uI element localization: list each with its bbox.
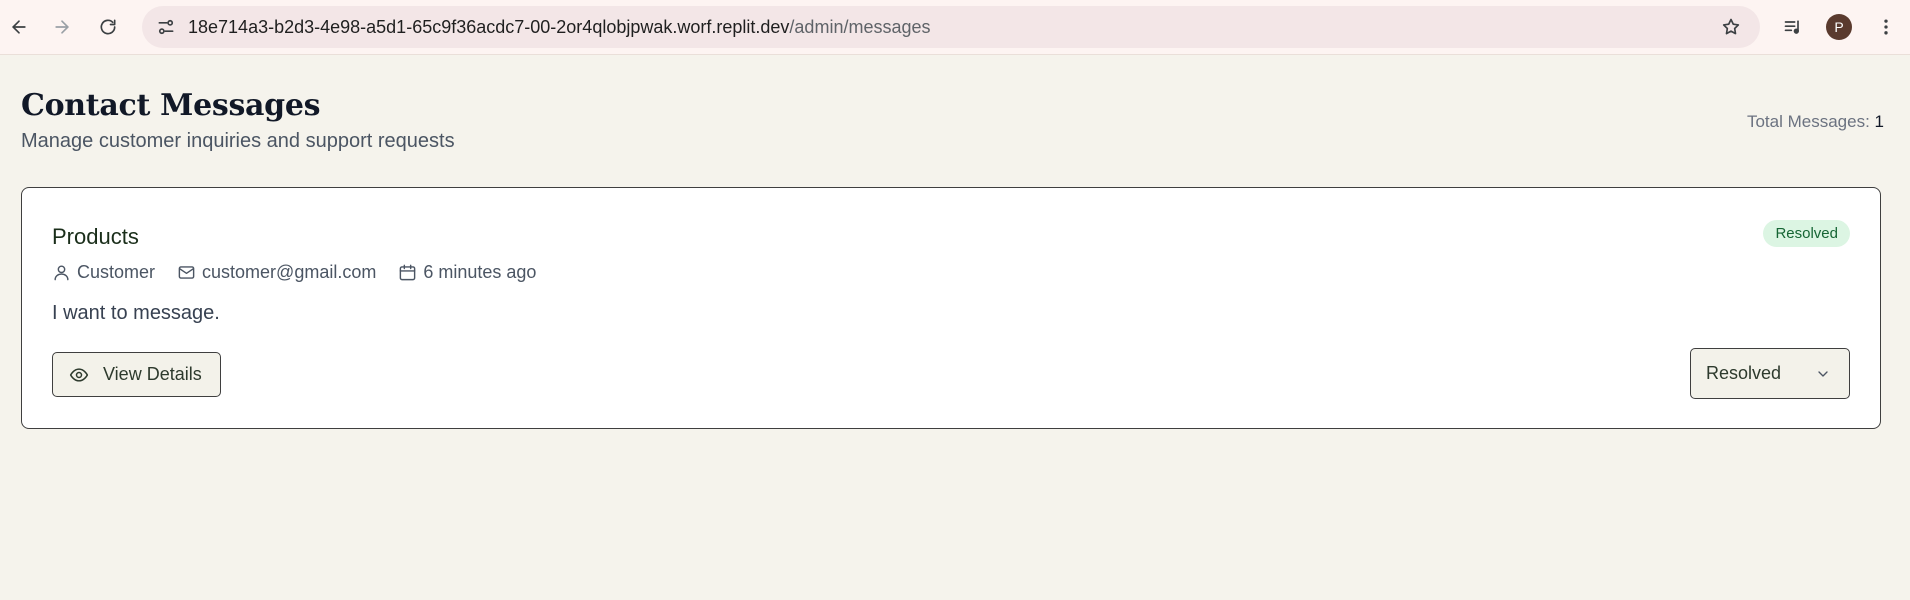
view-details-label: View Details bbox=[103, 364, 202, 384]
mail-icon bbox=[178, 265, 195, 279]
kebab-menu-icon bbox=[1884, 19, 1888, 35]
profile-avatar[interactable]: P bbox=[1826, 14, 1852, 40]
view-details-button[interactable]: View Details bbox=[52, 352, 221, 397]
browser-menu-button[interactable] bbox=[1870, 11, 1902, 43]
status-select-value: Resolved bbox=[1706, 363, 1782, 383]
message-time: 6 minutes ago bbox=[398, 262, 536, 283]
back-button[interactable] bbox=[3, 11, 35, 43]
site-info-button[interactable] bbox=[150, 11, 182, 43]
sender-name-text: Customer bbox=[77, 261, 156, 282]
media-queue-icon bbox=[1784, 20, 1800, 34]
total-messages: Total Messages: 1 bbox=[1747, 112, 1884, 132]
message-time-text: 6 minutes ago bbox=[423, 261, 537, 282]
sender-email-text: customer@gmail.com bbox=[202, 261, 377, 282]
calendar-icon bbox=[400, 264, 416, 280]
message-body: I want to message. bbox=[52, 302, 220, 324]
address-bar[interactable]: 18e714a3-b2d3-4e98-a5d1-65c9f36acdc7-00-… bbox=[142, 6, 1760, 48]
media-controls-button[interactable] bbox=[1777, 11, 1809, 43]
bookmark-button[interactable] bbox=[1716, 12, 1746, 42]
page-subtitle: Manage customer inquiries and support re… bbox=[21, 130, 455, 152]
forward-button[interactable] bbox=[46, 11, 78, 43]
page-title: Contact Messages bbox=[21, 88, 321, 123]
status-badge: Resolved bbox=[1763, 220, 1850, 247]
status-select[interactable]: Resolved bbox=[1690, 348, 1850, 399]
reload-button[interactable] bbox=[92, 11, 124, 43]
url-text[interactable]: 18e714a3-b2d3-4e98-a5d1-65c9f36acdc7-00-… bbox=[188, 6, 931, 48]
user-icon bbox=[54, 264, 69, 280]
total-messages-count: 1 bbox=[1874, 112, 1884, 131]
sender-email: customer@gmail.com bbox=[177, 262, 376, 283]
sender-name: Customer bbox=[52, 262, 155, 283]
tune-icon bbox=[158, 19, 174, 35]
star-icon bbox=[1722, 18, 1740, 35]
url-path: /admin/messages bbox=[789, 17, 931, 37]
message-subject: Products bbox=[52, 224, 139, 249]
url-host: 18e714a3-b2d3-4e98-a5d1-65c9f36acdc7-00-… bbox=[188, 17, 790, 37]
browser-toolbar: 18e714a3-b2d3-4e98-a5d1-65c9f36acdc7-00-… bbox=[0, 0, 1910, 55]
eye-icon bbox=[69, 367, 89, 382]
total-messages-label: Total Messages: bbox=[1746, 112, 1875, 131]
arrow-right-icon bbox=[55, 20, 69, 34]
chevron-down-icon bbox=[1818, 370, 1828, 377]
reload-icon bbox=[100, 19, 116, 35]
message-meta: Customer customer@gmail.com 6 minutes ag… bbox=[52, 260, 558, 284]
message-card: Products Resolved Customer customer@gmai… bbox=[21, 187, 1881, 429]
arrow-left-icon bbox=[12, 20, 26, 34]
